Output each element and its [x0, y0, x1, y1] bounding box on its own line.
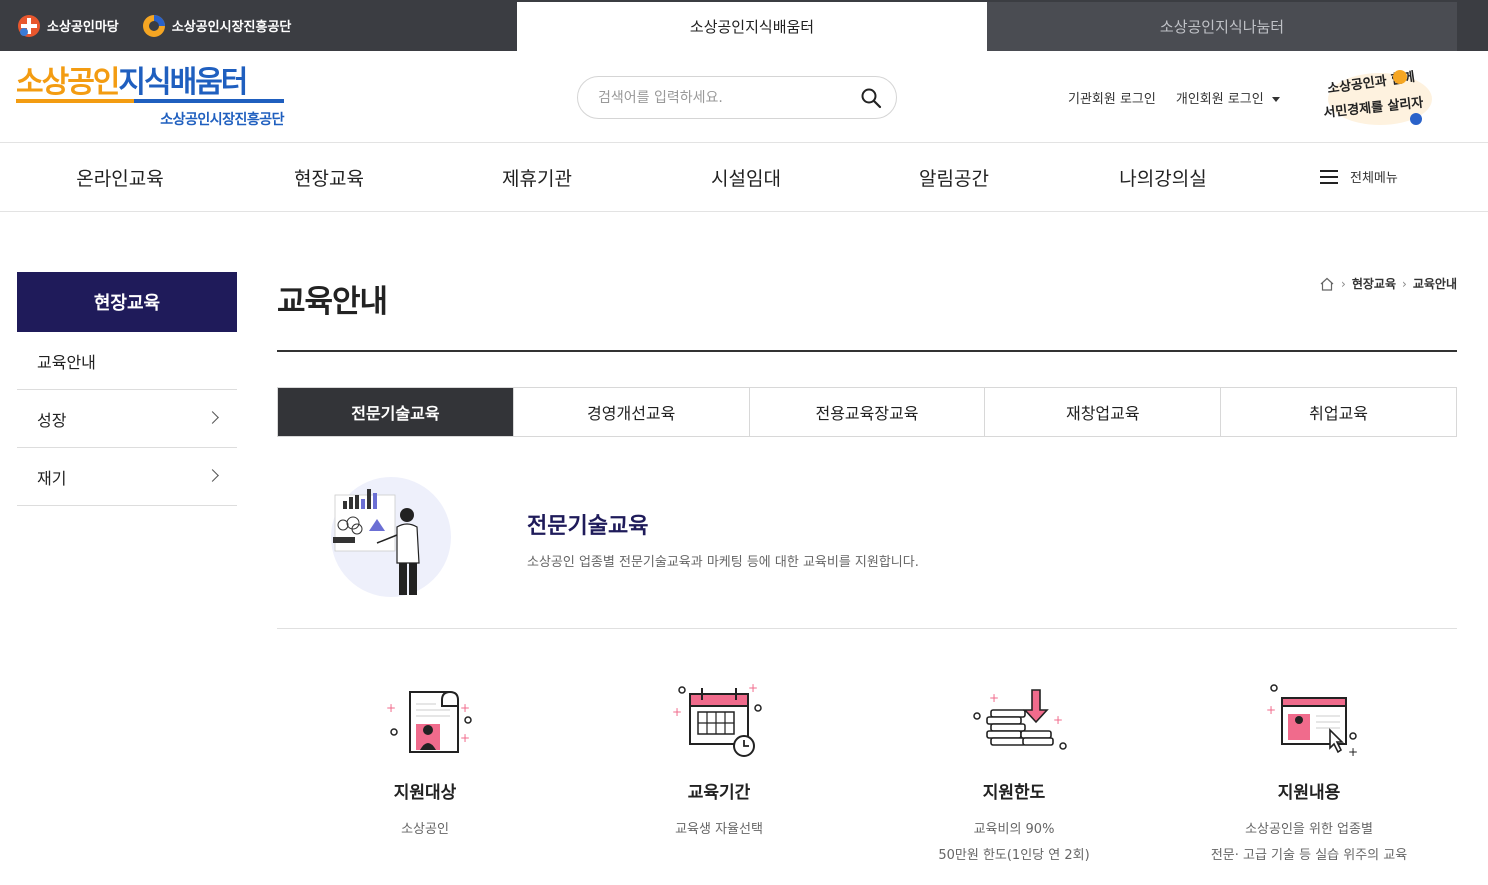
info-card-title: 지원대상	[393, 783, 457, 803]
page-title: 교육안내	[277, 284, 388, 320]
login-links: 기관회원 로그인 개인회원 로그인	[1068, 88, 1280, 107]
svg-text:+: +	[989, 691, 999, 705]
breadcrumb-item-current: 교육안내	[1412, 277, 1457, 291]
info-card-desc-line: 소상공인을 위한 업종별	[1245, 822, 1373, 837]
home-icon[interactable]	[1319, 277, 1335, 291]
education-tabs: 전문기술교육 경영개선교육 전용교육장교육 재창업교육 취업교육	[277, 387, 1457, 437]
info-card-title: 지원한도	[982, 783, 1046, 803]
semas-logo-icon	[142, 14, 165, 37]
hamburger-icon	[1320, 169, 1338, 184]
chevron-right-icon	[206, 469, 219, 482]
calendar-clock-icon: + +	[672, 681, 762, 757]
tab-professional-skill[interactable]: 전문기술교육	[278, 388, 513, 436]
brand-name-part1: 소상공인	[16, 65, 120, 100]
gnb-partner-institutions[interactable]: 제휴기관	[437, 143, 637, 212]
svg-text:+: +	[672, 705, 682, 719]
intro-description: 소상공인 업종별 전문기술교육과 마케팅 등에 대한 교육비를 지원합니다.	[527, 555, 919, 570]
tab-management-improvement[interactable]: 경영개선교육	[512, 388, 749, 436]
gnb-online-education[interactable]: 온라인교육	[20, 143, 220, 212]
intro-title: 전문기술교육	[527, 514, 649, 539]
tab-dedicated-facility[interactable]: 전용교육장교육	[748, 388, 985, 436]
breadcrumb-separator: ›	[1341, 276, 1346, 291]
search-input[interactable]	[598, 87, 848, 109]
info-card-content: + + 지원내용 소상공인을 위한 업종별전문· 고급 기술 등 실습 위주의 …	[1169, 680, 1449, 869]
top-bar: 소상공인마당 소상공인시장진흥공단 소상공인지식배움터 소상공인지식나눔터	[0, 0, 1488, 51]
org-login-link[interactable]: 기관회원 로그인	[1068, 88, 1156, 107]
svg-text:+: +	[1348, 745, 1358, 759]
svg-text:+: +	[748, 681, 758, 695]
brand-name-part2: 지식배움터	[118, 65, 248, 100]
info-card-desc: 소상공인	[285, 817, 565, 843]
svg-text:+: +	[460, 701, 470, 715]
main-navigation: 온라인교육 현장교육 제휴기관 시설임대 알림공간 나의강의실 전체메뉴	[0, 143, 1488, 212]
top-logos: 소상공인마당 소상공인시장진흥공단	[16, 0, 291, 51]
info-card-title: 지원내용	[1277, 783, 1341, 803]
brand-subtitle: 소상공인시장진흥공단	[160, 112, 284, 128]
gnb-facility-rental[interactable]: 시설임대	[646, 143, 846, 212]
info-card-desc-line: 교육비의 90%	[973, 822, 1055, 837]
sidebar-item-education-guide[interactable]: 교육안내	[17, 332, 237, 390]
svg-text:+: +	[1266, 703, 1276, 717]
all-menu-button[interactable]: 전체메뉴	[1320, 167, 1398, 186]
title-divider	[277, 350, 1457, 352]
presenter-illustration	[331, 477, 451, 597]
brand-name: 소상공인지식배움터	[16, 65, 288, 101]
site-tab-baeumteo[interactable]: 소상공인지식배움터	[517, 2, 987, 51]
sidebar-item-growth[interactable]: 성장	[17, 390, 237, 448]
madang-logo-icon	[18, 14, 40, 37]
site-tab-nanumteo[interactable]: 소상공인지식나눔터	[987, 2, 1457, 51]
gnb-notice-space[interactable]: 알림공간	[854, 143, 1054, 212]
personal-login-dropdown[interactable]: 개인회원 로그인	[1176, 88, 1280, 107]
sidebar-item-label: 재기	[37, 468, 67, 488]
breadcrumb-item[interactable]: 현장교육	[1352, 275, 1396, 292]
coins-down-arrow-icon: + +	[973, 689, 1067, 750]
svg-text:+: +	[386, 701, 396, 715]
semas-link[interactable]: 소상공인시장진흥공단	[141, 13, 292, 39]
gnb-my-classroom[interactable]: 나의강의실	[1063, 143, 1263, 212]
gnb-field-education[interactable]: 현장교육	[229, 143, 429, 212]
tab-restart-business[interactable]: 재창업교육	[984, 388, 1221, 436]
document-person-icon: + + +	[386, 691, 472, 753]
sosanggongin-madang-link[interactable]: 소상공인마당	[16, 13, 119, 39]
info-card-period: + + 교육기간 교육생 자율선택	[579, 680, 859, 843]
monitor-presenter-icon: + +	[1266, 684, 1358, 759]
sidebar-item-recovery[interactable]: 재기	[17, 448, 237, 506]
semas-logo-label: 소상공인시장진흥공단	[171, 20, 292, 35]
madang-logo-label: 소상공인마당	[47, 20, 119, 35]
breadcrumb-separator: ›	[1402, 276, 1407, 291]
info-card-desc: 소상공인을 위한 업종별전문· 고급 기술 등 실습 위주의 교육	[1169, 817, 1449, 869]
info-card-desc-line: 50만원 한도(1인당 연 2회)	[938, 848, 1090, 863]
svg-text:+: +	[1053, 713, 1063, 727]
sidebar-item-label: 성장	[37, 410, 67, 430]
info-card-desc-line: 소상공인	[401, 822, 449, 837]
search-box	[577, 76, 897, 119]
site-header: 소상공인지식배움터 소상공인시장진흥공단 기관회원 로그인 개인회원 로그인 소…	[0, 51, 1488, 143]
brand-underline-accent	[16, 99, 134, 103]
caret-down-icon	[1271, 97, 1280, 102]
tab-employment[interactable]: 취업교육	[1220, 388, 1456, 436]
sidebar-title: 현장교육	[17, 272, 237, 332]
info-card-desc: 교육생 자율선택	[579, 817, 859, 843]
info-card-limit: + + 지원한도 교육비의 90% 50만원 한도(1인당 연 2회)	[874, 680, 1154, 869]
info-card-desc-line: 교육생 자율선택	[675, 822, 763, 837]
all-menu-label: 전체메뉴	[1350, 171, 1398, 186]
chevron-right-icon	[206, 411, 219, 424]
info-card-desc: 교육비의 90% 50만원 한도(1인당 연 2회)	[874, 817, 1154, 869]
info-card-desc-line: 전문· 고급 기술 등 실습 위주의 교육	[1210, 848, 1408, 863]
breadcrumb: › 현장교육 › 교육안내	[1319, 275, 1457, 292]
intro-divider	[277, 628, 1457, 629]
site-logo[interactable]: 소상공인지식배움터 소상공인시장진흥공단	[16, 65, 288, 129]
info-card-title: 교육기간	[687, 783, 751, 803]
search-icon[interactable]	[860, 87, 882, 109]
svg-text:+: +	[460, 731, 470, 745]
slogan-logo: 소상공인과 함께 서민경제를 살리자	[1323, 69, 1432, 125]
sidebar-item-label: 교육안내	[37, 352, 96, 372]
personal-login-label: 개인회원 로그인	[1175, 92, 1264, 107]
info-card-target: + + + 지원대상 소상공인	[285, 680, 565, 843]
